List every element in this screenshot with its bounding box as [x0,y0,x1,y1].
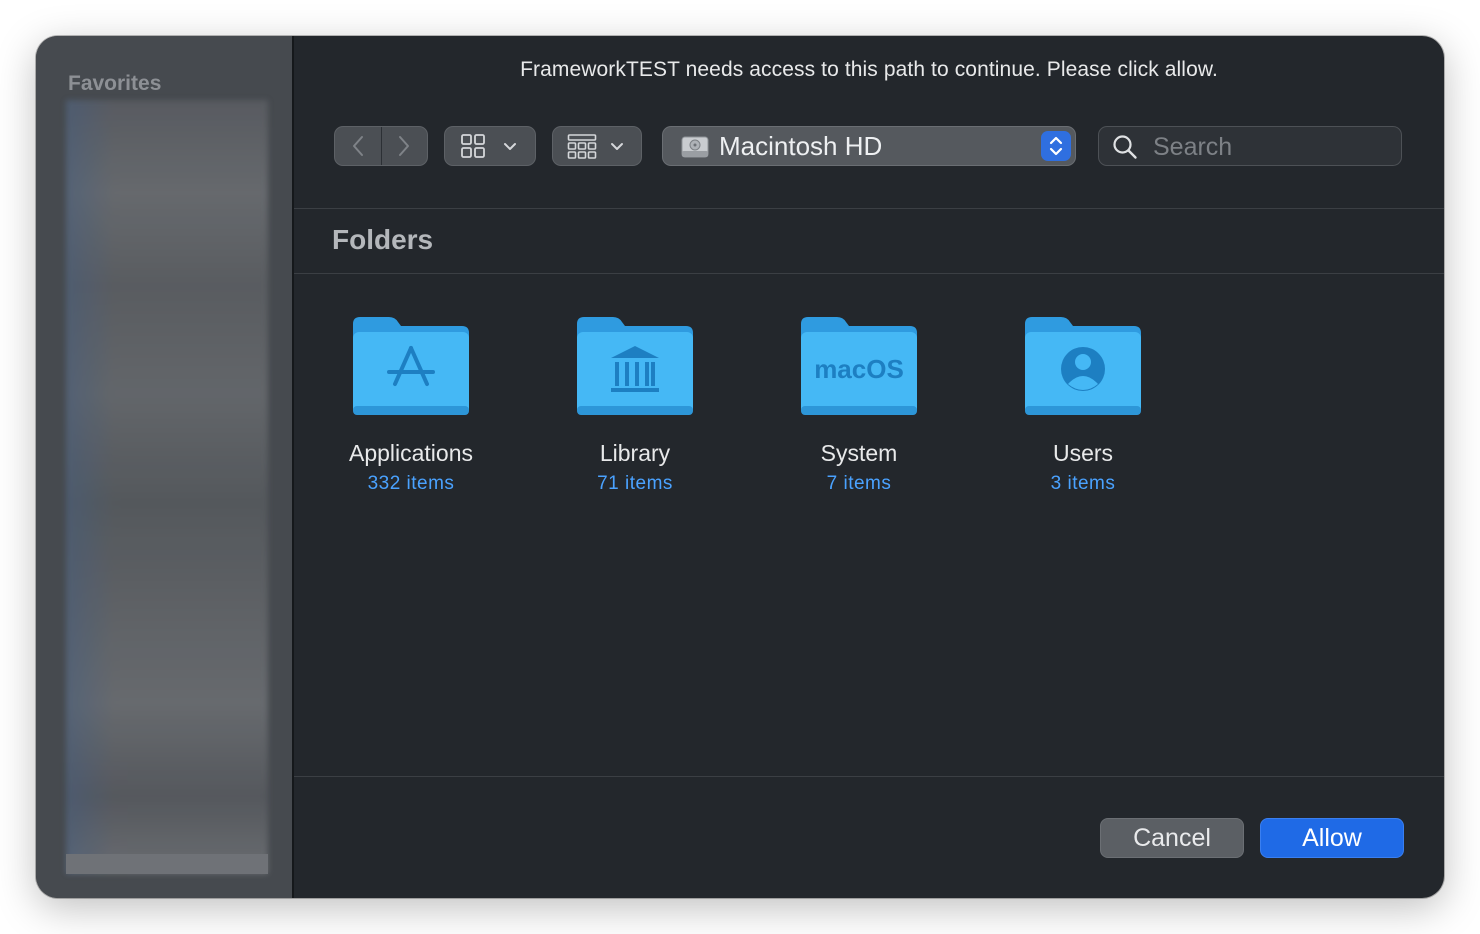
users-folder-icon [1025,317,1141,415]
allow-button[interactable]: Allow [1260,818,1404,858]
folder-name: Library [599,440,671,466]
macos-badge: macOS [814,354,904,384]
grid-icon [461,134,485,158]
location-stepper[interactable] [1041,131,1071,161]
folder-users[interactable]: Users 3 items [993,314,1173,495]
back-button[interactable] [335,127,381,165]
search-field[interactable] [1098,126,1402,166]
hard-drive-icon [681,136,709,158]
folder-name: Applications [348,440,474,466]
sidebar-redacted-edge [66,854,268,874]
folder-library[interactable]: Library 71 items [545,314,725,495]
main-pane: FrameworkTEST needs access to this path … [294,36,1444,898]
location-label: Macintosh HD [719,131,883,161]
sidebar-redacted-list [66,100,268,874]
dialog-message: FrameworkTEST needs access to this path … [520,58,1218,81]
view-mode-button[interactable] [444,126,536,166]
folder-item-count: 7 items [826,473,892,494]
folder-item-count: 71 items [597,473,673,494]
group-by-button[interactable] [552,126,642,166]
chevron-left-icon [352,136,363,156]
search-icon [1113,135,1137,159]
cancel-button[interactable]: Cancel [1100,818,1244,858]
user-icon [1061,347,1105,391]
section-divider [294,273,1444,274]
system-folder-icon: macOS [801,317,917,415]
folder-name: System [820,440,898,466]
grouping-grid-icon [567,134,597,159]
toolbar-divider [294,208,1444,209]
search-input[interactable] [1151,130,1395,164]
up-down-chevrons-icon [1049,136,1063,156]
folder-applications[interactable]: Applications 332 items [321,314,501,495]
open-panel-dialog: Favorites FrameworkTEST needs access to … [36,36,1444,898]
chevron-right-icon [399,136,410,156]
applications-folder-icon [353,317,469,415]
location-popup[interactable]: Macintosh HD [662,126,1076,166]
library-folder-icon [577,317,693,415]
sidebar-title: Favorites [68,72,162,95]
forward-button[interactable] [381,127,427,165]
folder-item-count: 3 items [1050,473,1116,494]
folder-name: Users [1052,440,1114,466]
navigation-buttons [334,126,428,166]
folder-item-count: 332 items [367,473,455,494]
folder-system[interactable]: macOS System 7 items [769,314,949,495]
sidebar: Favorites [36,36,294,898]
footer-divider [294,776,1444,777]
section-title: Folders [332,224,434,255]
chevron-down-icon [611,143,623,150]
chevron-down-icon [504,143,516,150]
